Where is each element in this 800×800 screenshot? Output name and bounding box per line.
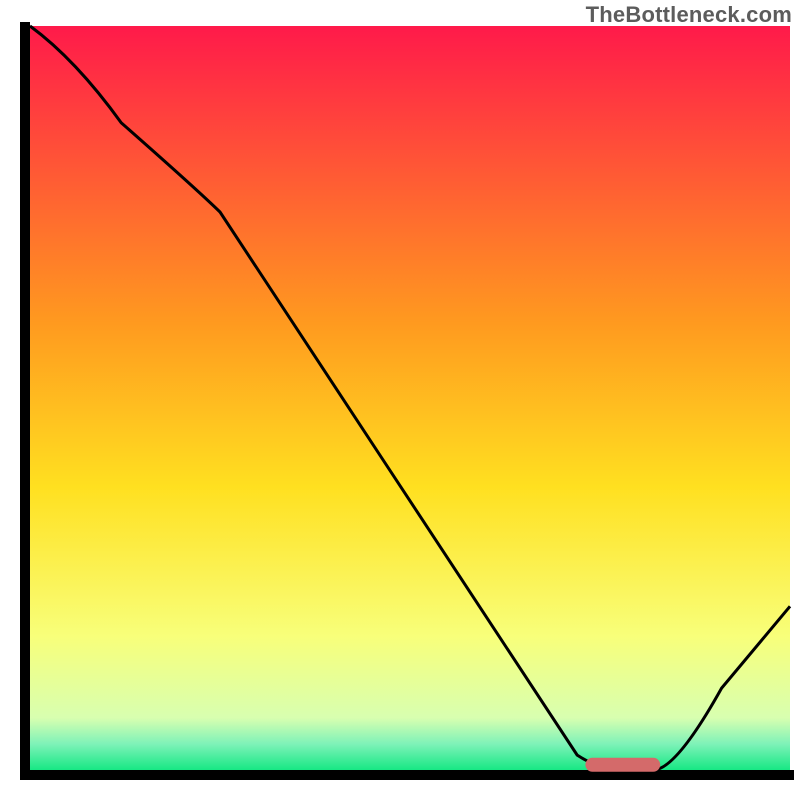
gradient-background [30,26,790,770]
bottleneck-chart [0,0,800,800]
chart-container: TheBottleneck.com [0,0,800,800]
watermark-text: TheBottleneck.com [586,2,792,28]
